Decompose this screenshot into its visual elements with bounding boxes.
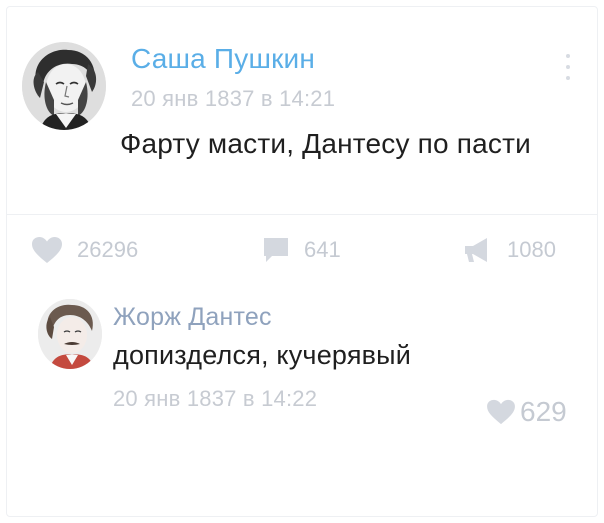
heart-icon: [32, 237, 62, 263]
heart-icon: [487, 399, 515, 425]
comment-author-avatar[interactable]: [38, 299, 102, 369]
comment-like-button[interactable]: 629: [486, 396, 567, 428]
post-date[interactable]: 20 янв 1837 в 14:21: [131, 86, 335, 112]
comment-like-count: 629: [520, 396, 567, 427]
comment-date[interactable]: 20 янв 1837 в 14:22: [113, 386, 317, 412]
share-count: 1080: [507, 237, 556, 262]
megaphone-icon: [465, 238, 487, 262]
post-actions-bar: 26296 641 1080: [0, 222, 604, 272]
like-count: 26296: [77, 237, 139, 262]
post-text: Фарту масти, Дантесу по пасти: [120, 128, 531, 159]
post: Саша Пушкин 20 янв 1837 в 14:21 Фарту ма…: [0, 0, 604, 216]
comment-author-name[interactable]: Жорж Дантес: [113, 303, 272, 332]
more-vertical-icon[interactable]: [563, 54, 573, 80]
comment-item: Жорж Дантес допизделся, кучерявый 20 янв…: [0, 290, 604, 450]
divider: [6, 214, 598, 215]
pushkin-portrait-icon: [22, 42, 106, 130]
comment-count: 641: [304, 237, 341, 262]
comment-text: допизделся, кучерявый: [113, 340, 412, 370]
comment-button[interactable]: 641: [262, 236, 341, 264]
dantes-portrait-icon: [38, 299, 102, 369]
comment-icon: [264, 238, 288, 262]
share-button[interactable]: 1080: [463, 236, 556, 264]
post-author-name[interactable]: Саша Пушкин: [131, 43, 315, 75]
like-button[interactable]: 26296: [31, 236, 138, 264]
post-author-avatar[interactable]: [22, 42, 106, 130]
